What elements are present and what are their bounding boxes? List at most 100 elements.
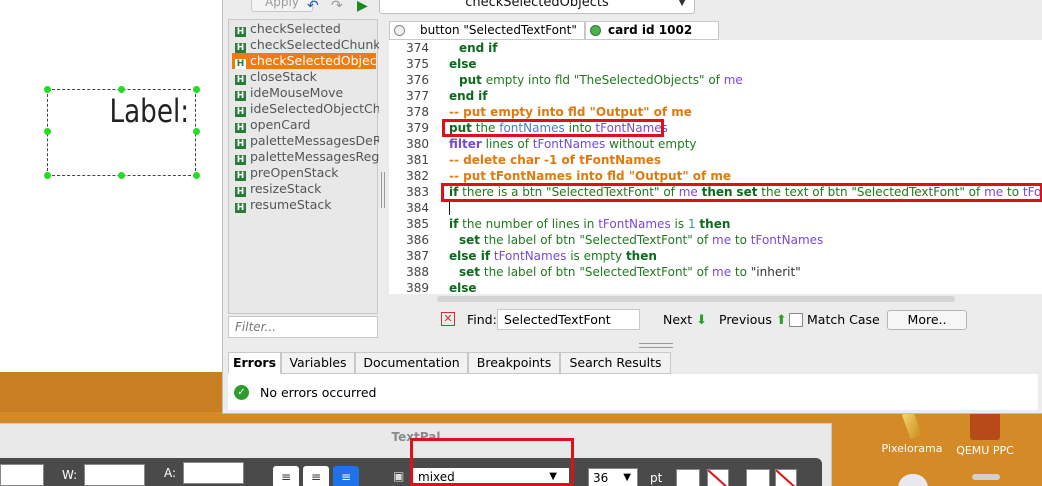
find-input[interactable]: SelectedTextFont	[497, 309, 640, 330]
line-number: 389	[406, 281, 429, 294]
code-comment: -- put tFontNames into fld "Output" of m…	[449, 169, 732, 183]
handler-item[interactable]: HcloseStack	[235, 69, 379, 85]
match-case-checkbox[interactable]	[789, 313, 803, 327]
code-token: "inherit"	[750, 265, 801, 279]
align-right-icon: ≡	[340, 470, 352, 484]
tab-breakpoints[interactable]: Breakpoints	[468, 352, 560, 374]
code-line: 382 -- put tFontNames into fld "Output" …	[389, 168, 1042, 184]
handler-list: HcheckSelected HcheckSelectedChunk Hchec…	[228, 19, 379, 314]
tab-search-results[interactable]: Search Results	[560, 352, 671, 374]
apply-button[interactable]: Apply	[251, 0, 313, 12]
desktop-icon-partial[interactable]	[972, 474, 1000, 480]
code-token: filter	[449, 137, 482, 151]
align-center-icon: ≡	[310, 470, 322, 484]
pane-splitter[interactable]	[381, 172, 385, 208]
tab-label: card id 1002	[608, 23, 693, 37]
handler-label: closeStack	[250, 69, 317, 84]
line-number: 383	[406, 185, 429, 199]
size-dropdown[interactable]: 36 ▼	[588, 468, 638, 486]
tab-documentation[interactable]: Documentation	[355, 352, 468, 374]
find-next-label: Next	[663, 312, 693, 327]
x-field[interactable]	[0, 464, 44, 486]
handler-item[interactable]: HpaletteMessagesDeRe	[235, 133, 379, 149]
resize-handle[interactable]	[118, 172, 125, 179]
redo-icon[interactable]: ↷	[331, 0, 343, 14]
editor-toolbar: Apply ↶ ↷ ▶ checkSelectedObjects ▼	[223, 0, 1042, 14]
handler-item[interactable]: HpaletteMessagesRegist	[235, 149, 379, 165]
desktop-icon-qemu[interactable]: QEMU PPC	[945, 412, 1025, 457]
label-field-selected[interactable]: Label:	[47, 89, 196, 176]
find-previous-button[interactable]: Previous ⬆	[719, 312, 787, 328]
handler-item[interactable]: HresizeStack	[235, 181, 379, 197]
align-left-button[interactable]: ≡	[273, 466, 299, 486]
align-right-button[interactable]: ≡	[333, 466, 359, 486]
handler-item[interactable]: HresumeStack	[235, 197, 379, 213]
desktop-icon-pixelorama[interactable]: Pixelorama	[872, 410, 952, 455]
width-label: W:	[62, 468, 78, 482]
handler-item[interactable]: HpreOpenStack	[235, 165, 379, 181]
handler-icon: H	[235, 59, 246, 69]
code-token: me	[723, 73, 743, 87]
handler-icon: H	[235, 139, 246, 149]
pane-grip[interactable]	[639, 343, 673, 348]
handler-label: resizeStack	[250, 181, 322, 196]
code-token: end	[459, 41, 485, 55]
handler-icon: H	[235, 123, 246, 133]
resize-handle[interactable]	[193, 128, 200, 135]
highlight-box	[441, 183, 1042, 202]
code-line: 376 put empty into fld "TheSelectedObjec…	[389, 72, 1042, 88]
line-number: 382	[406, 169, 429, 183]
line-number: 387	[406, 249, 429, 263]
text-color-swatch[interactable]	[676, 469, 700, 486]
tab-variables[interactable]: Variables	[281, 352, 355, 374]
back-color-swatch[interactable]	[746, 469, 770, 486]
handler-icon: H	[235, 75, 246, 85]
resize-handle[interactable]	[44, 128, 51, 135]
undo-icon[interactable]: ↶	[307, 0, 319, 14]
more-button[interactable]: More..	[887, 310, 967, 330]
code-line: 388 set the label of btn "SelectedTextFo…	[389, 264, 1042, 280]
handler-item-selected[interactable]: HcheckSelectedObjects	[232, 53, 376, 69]
code-line: 384	[389, 200, 1042, 216]
find-next-button[interactable]: Next ⬇	[663, 312, 707, 328]
tab-button-selectedtextfont[interactable]: button "SelectedTextFont"	[389, 21, 585, 40]
text-cursor	[449, 201, 450, 215]
handler-item[interactable]: HcheckSelected	[235, 21, 379, 37]
width-field[interactable]	[84, 464, 145, 486]
resize-handle[interactable]	[44, 172, 51, 179]
code-token: 1	[687, 217, 696, 231]
horizontal-scrollbar[interactable]	[437, 296, 955, 302]
code-token: tFontNames	[493, 249, 567, 263]
resize-handle[interactable]	[44, 86, 51, 93]
handler-label: paletteMessagesDeRe	[250, 133, 379, 148]
desktop-icon-label: Pixelorama	[881, 442, 943, 455]
handler-item[interactable]: HideSelectedObjectChar	[235, 101, 379, 117]
code-token: the number of lines in	[462, 217, 595, 231]
no-color-icon[interactable]	[707, 469, 729, 486]
run-icon[interactable]: ▶	[357, 0, 368, 14]
close-icon[interactable]: ✕	[441, 312, 455, 326]
handler-item[interactable]: HideMouseMove	[235, 85, 379, 101]
code-line: 378 -- put empty into fld "Output" of me	[389, 104, 1042, 120]
no-color-icon[interactable]	[775, 469, 797, 486]
resize-handle[interactable]	[193, 86, 200, 93]
tab-errors[interactable]: Errors	[228, 352, 281, 374]
tab-card-1002[interactable]: card id 1002	[585, 21, 719, 40]
filter-input[interactable]: Filter...	[228, 316, 378, 338]
handler-item[interactable]: HopenCard	[235, 117, 379, 133]
code-token: to	[734, 233, 747, 247]
handler-label: openCard	[250, 117, 311, 132]
line-number: 376	[406, 73, 429, 87]
find-label: Find:	[467, 312, 497, 327]
handler-dropdown-value: checkSelectedObjects	[465, 0, 609, 10]
a-label: A:	[164, 466, 177, 480]
align-center-button[interactable]: ≡	[303, 466, 329, 486]
a-field[interactable]	[183, 462, 244, 484]
code-token: tFontNames	[750, 233, 824, 247]
resize-handle[interactable]	[118, 86, 125, 93]
code-editor[interactable]: 374 end if 375 else 376 put empty into f…	[389, 40, 1042, 294]
desktop-icon-partial[interactable]	[898, 474, 928, 486]
resize-handle[interactable]	[193, 172, 200, 179]
handler-dropdown[interactable]: checkSelectedObjects ▼	[379, 0, 695, 14]
handler-item[interactable]: HcheckSelectedChunk	[235, 37, 379, 53]
